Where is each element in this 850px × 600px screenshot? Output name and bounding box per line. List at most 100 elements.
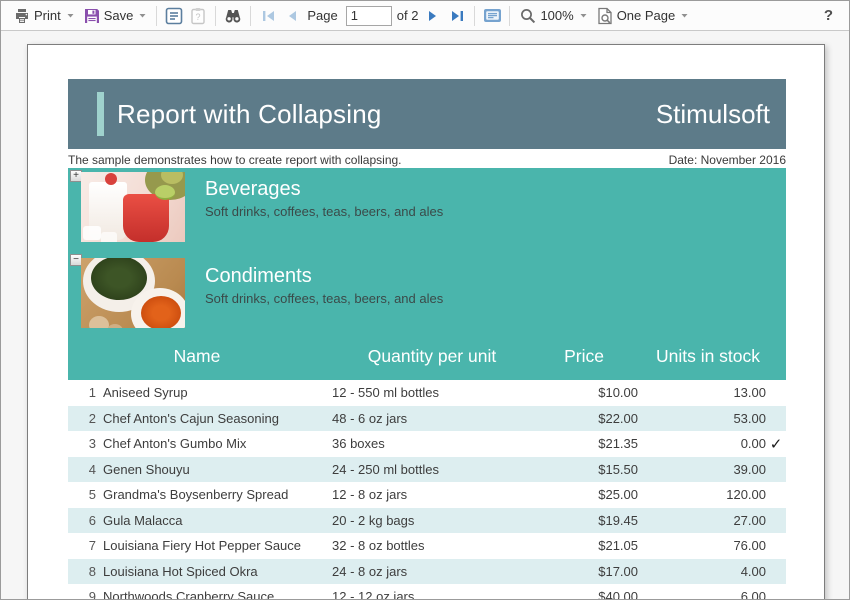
- table-row: 5 Grandma's Boysenberry Spread 12 - 8 oz…: [68, 482, 786, 508]
- find-button[interactable]: [221, 4, 245, 28]
- row-number: 6: [68, 513, 96, 528]
- quantity-per-unit: 24 - 8 oz jars: [326, 564, 546, 579]
- group-description: Soft drinks, coffees, teas, beers, and a…: [205, 291, 443, 306]
- price-value: $10.00: [546, 385, 638, 400]
- product-name: Louisiana Fiery Hot Pepper Sauce: [96, 538, 326, 553]
- quantity-per-unit: 36 boxes: [326, 436, 546, 451]
- row-number: 3: [68, 436, 96, 451]
- page-number-input[interactable]: [346, 6, 392, 26]
- print-button-label: Print: [34, 8, 61, 23]
- chevron-down-icon: [580, 13, 587, 18]
- report-title-banner: Report with Collapsing Stimulsoft: [68, 79, 786, 149]
- units-in-stock-value: 120.00: [638, 487, 766, 502]
- toolbar-separator: [509, 6, 510, 26]
- table-row: 4 Genen Shouyu 24 - 250 ml bottles $15.5…: [68, 457, 786, 483]
- product-name: Grandma's Boysenberry Spread: [96, 487, 326, 502]
- page-total-label: of 2: [397, 8, 419, 23]
- report-title: Report with Collapsing: [117, 99, 382, 130]
- quantity-per-unit: 12 - 550 ml bottles: [326, 385, 546, 400]
- toolbar-separator: [156, 6, 157, 26]
- row-number: 5: [68, 487, 96, 502]
- price-value: $21.35: [546, 436, 638, 451]
- row-number: 8: [68, 564, 96, 579]
- first-page-icon: [262, 10, 275, 22]
- price-value: $22.00: [546, 411, 638, 426]
- table-header-row: Name Quantity per unit Price Units in st…: [68, 332, 786, 380]
- parameters-button[interactable]: ?: [186, 4, 210, 28]
- brand-name: Stimulsoft: [656, 99, 770, 130]
- table-body: 1 Aniseed Syrup 12 - 550 ml bottles $10.…: [68, 380, 786, 600]
- row-number: 9: [68, 589, 96, 600]
- price-value: $40.00: [546, 589, 638, 600]
- report-viewer-window: Print Save ?: [0, 0, 850, 600]
- magnifier-icon: [520, 8, 536, 24]
- price-value: $19.45: [546, 513, 638, 528]
- header-name: Name: [68, 346, 326, 367]
- header-units: Units in stock: [630, 346, 786, 367]
- bookmarks-list-icon: [165, 7, 183, 25]
- quantity-per-unit: 12 - 12 oz jars: [326, 589, 546, 600]
- quantity-per-unit: 32 - 8 oz bottles: [326, 538, 546, 553]
- full-screen-icon: [483, 8, 502, 23]
- group-block: + Beverages Soft drinks, coffees, teas, …: [68, 168, 786, 380]
- zoom-button[interactable]: 100%: [515, 5, 591, 27]
- price-value: $25.00: [546, 487, 638, 502]
- last-page-button[interactable]: [445, 4, 469, 28]
- previous-page-button[interactable]: [280, 4, 304, 28]
- report-date: Date: November 2016: [669, 153, 786, 167]
- save-button[interactable]: Save: [79, 5, 152, 27]
- first-page-button[interactable]: [256, 4, 280, 28]
- units-in-stock-value: 13.00: [638, 385, 766, 400]
- units-in-stock-value: 4.00: [638, 564, 766, 579]
- group-text: Condiments Soft drinks, coffees, teas, b…: [205, 264, 443, 306]
- view-mode-button[interactable]: One Page: [592, 4, 694, 28]
- beverages-photo: [81, 172, 185, 242]
- clipboard-question-icon: ?: [190, 7, 206, 25]
- condiments-photo: [81, 258, 185, 328]
- product-name: Chef Anton's Gumbo Mix: [96, 436, 326, 451]
- previous-page-icon: [287, 10, 297, 22]
- toolbar-separator: [474, 6, 475, 26]
- price-value: $15.50: [546, 462, 638, 477]
- table-row: 9 Northwoods Cranberry Sauce 12 - 12 oz …: [68, 584, 786, 600]
- binoculars-icon: [224, 8, 242, 23]
- product-name: Gula Malacca: [96, 513, 326, 528]
- product-name: Louisiana Hot Spiced Okra: [96, 564, 326, 579]
- next-page-icon: [428, 10, 438, 22]
- group-title: Beverages: [205, 177, 443, 201]
- quantity-per-unit: 12 - 8 oz jars: [326, 487, 546, 502]
- row-number: 4: [68, 462, 96, 477]
- last-page-icon: [451, 10, 464, 22]
- report-description: The sample demonstrates how to create re…: [68, 153, 402, 167]
- units-in-stock-value: 0.00: [638, 436, 766, 451]
- view-mode-label: One Page: [617, 8, 676, 23]
- toolbar-separator: [215, 6, 216, 26]
- group-row-condiments: − Condiments Soft drinks, coffees, teas,…: [68, 248, 786, 332]
- print-button[interactable]: Print: [9, 5, 79, 27]
- accent-bar: [97, 92, 104, 136]
- row-number: 2: [68, 411, 96, 426]
- check-mark: ✓: [766, 435, 786, 453]
- chevron-down-icon: [681, 13, 688, 18]
- report-content: Report with Collapsing Stimulsoft The sa…: [68, 45, 786, 600]
- header-quantity: Quantity per unit: [326, 346, 538, 367]
- table-row: 2 Chef Anton's Cajun Seasoning 48 - 6 oz…: [68, 406, 786, 432]
- table-row: 6 Gula Malacca 20 - 2 kg bags $19.45 27.…: [68, 508, 786, 534]
- floppy-disk-icon: [84, 8, 100, 24]
- quantity-per-unit: 48 - 6 oz jars: [326, 411, 546, 426]
- page-label: Page: [307, 8, 337, 23]
- units-in-stock-value: 6.00: [638, 589, 766, 600]
- group-row-beverages: + Beverages Soft drinks, coffees, teas, …: [68, 168, 786, 248]
- quantity-per-unit: 20 - 2 kg bags: [326, 513, 546, 528]
- report-meta-row: The sample demonstrates how to create re…: [68, 149, 786, 167]
- toolbar: Print Save ?: [1, 1, 849, 31]
- product-name: Genen Shouyu: [96, 462, 326, 477]
- bookmarks-button[interactable]: [162, 4, 186, 28]
- help-button[interactable]: ?: [824, 7, 833, 24]
- table-row: 7 Louisiana Fiery Hot Pepper Sauce 32 - …: [68, 533, 786, 559]
- product-name: Northwoods Cranberry Sauce: [96, 589, 326, 600]
- full-screen-button[interactable]: [480, 4, 504, 28]
- row-number: 1: [68, 385, 96, 400]
- row-number: 7: [68, 538, 96, 553]
- next-page-button[interactable]: [421, 4, 445, 28]
